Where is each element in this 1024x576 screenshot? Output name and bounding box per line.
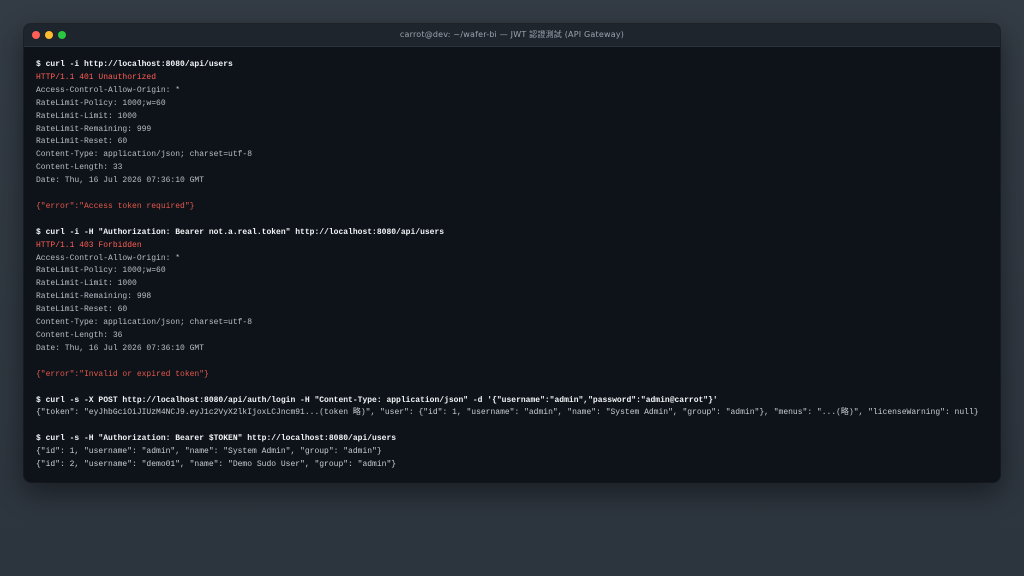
response-header-line: Date: Thu, 16 Jul 2026 07:36:10 GMT xyxy=(36,176,205,186)
json-response-line: {"id": 2, "username": "demo01", "name": … xyxy=(36,460,397,470)
error-response-line: {"error":"Invalid or expired token"} xyxy=(36,369,209,379)
response-header-line: Access-Control-Allow-Origin: * xyxy=(36,85,181,95)
window-titlebar[interactable]: carrot@dev: ~/wafer-bi — JWT 認證測試 (API G… xyxy=(24,24,1000,47)
response-header-line: RateLimit-Reset: 60 xyxy=(36,137,128,147)
response-header-line: Content-Type: application/json; charset=… xyxy=(36,150,253,160)
command-line: $ curl -i http://localhost:8080/api/user… xyxy=(36,60,233,69)
response-header-line: RateLimit-Reset: 60 xyxy=(36,305,128,315)
response-header-line: Content-Length: 33 xyxy=(36,163,123,173)
command-line: $ curl -i -H "Authorization: Bearer not.… xyxy=(36,227,445,237)
response-header-line: RateLimit-Policy: 1000;w=60 xyxy=(36,98,166,108)
command-line: $ curl -s -H "Authorization: Bearer $TOK… xyxy=(36,434,397,444)
response-header-line: Content-Type: application/json; charset=… xyxy=(36,318,253,328)
response-header-line: Content-Length: 36 xyxy=(36,331,123,340)
response-header-line: RateLimit-Limit: 1000 xyxy=(36,111,137,121)
terminal-output[interactable]: $ curl -i http://localhost:8080/api/user… xyxy=(24,47,1000,472)
response-header-line: RateLimit-Remaining: 998 xyxy=(36,292,152,302)
http-status-line: HTTP/1.1 401 Unauthorized xyxy=(36,72,157,82)
response-header-line: Date: Thu, 16 Jul 2026 07:36:10 GMT xyxy=(36,343,205,353)
response-header-line: RateLimit-Remaining: 999 xyxy=(36,124,152,134)
json-response-line: {"id": 1, "username": "admin", "name": "… xyxy=(36,447,382,457)
desktop-background: carrot@dev: ~/wafer-bi — JWT 認證測試 (API G… xyxy=(0,0,1024,576)
terminal-window[interactable]: carrot@dev: ~/wafer-bi — JWT 認證測試 (API G… xyxy=(24,24,1000,482)
json-response-line: {"token": "eyJhbGciOiJIUzM4NCJ9.eyJ1c2Vy… xyxy=(36,408,979,418)
response-header-line: RateLimit-Policy: 1000;w=60 xyxy=(36,266,166,276)
error-response-line: {"error":"Access token required"} xyxy=(36,201,195,211)
window-title: carrot@dev: ~/wafer-bi — JWT 認證測試 (API G… xyxy=(399,30,625,39)
http-status-line: HTTP/1.1 403 Forbidden xyxy=(36,240,142,250)
command-line: $ curl -s -X POST http://localhost:8080/… xyxy=(36,395,718,405)
response-header-line: RateLimit-Limit: 1000 xyxy=(36,279,137,289)
response-header-line: Access-Control-Allow-Origin: * xyxy=(36,253,181,263)
